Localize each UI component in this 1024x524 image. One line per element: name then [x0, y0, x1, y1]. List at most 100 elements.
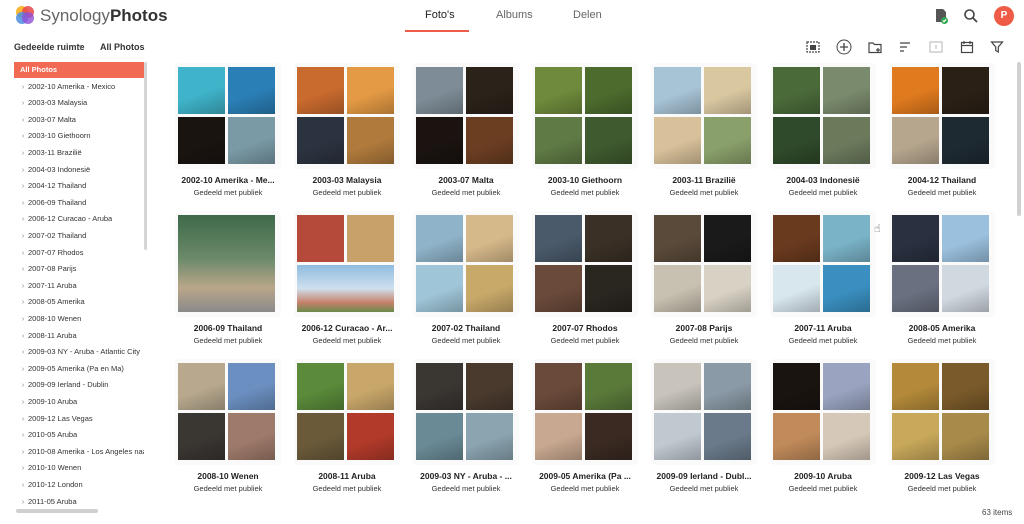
sidebar-item[interactable]: › 2008-05 Amerika [14, 294, 144, 310]
sidebar-item[interactable]: › 2002-10 Amerika - Mexico [14, 79, 144, 95]
chevron-right-icon[interactable]: › [18, 278, 28, 294]
calendar-button[interactable] [956, 36, 978, 58]
sidebar-item-all-photos[interactable]: All Photos [14, 62, 144, 78]
sidebar-item[interactable]: › 2003-10 Giethoorn [14, 128, 144, 144]
sidebar-item[interactable]: › 2009-10 Aruba [14, 394, 144, 410]
album-card[interactable]: 2007-02 Thailand Gedeeld met publiek [413, 211, 519, 351]
tab-photos[interactable]: Foto's [425, 9, 455, 21]
chevron-right-icon[interactable]: › [18, 112, 28, 128]
album-card[interactable]: 2003-03 Malaysia Gedeeld met publiek [294, 63, 400, 203]
tab-albums[interactable]: Albums [496, 9, 533, 21]
sidebar-item[interactable]: › 2010-10 Wenen [14, 460, 144, 476]
vertical-scrollbar[interactable] [1017, 62, 1021, 216]
sidebar-item[interactable]: › 2003-03 Malaysia [14, 95, 144, 111]
album-title[interactable]: 2009-05 Amerika (Pa ... [532, 471, 638, 481]
sidebar-item[interactable]: › 2009-05 Amerika (Pa en Ma) [14, 361, 144, 377]
album-cover[interactable] [532, 63, 638, 169]
chevron-right-icon[interactable]: › [18, 228, 28, 244]
album-title[interactable]: 2008-10 Wenen [175, 471, 281, 481]
album-card[interactable]: 2007-07 Rhodos Gedeeld met publiek [532, 211, 638, 351]
album-cover[interactable] [889, 359, 995, 465]
sidebar-item[interactable]: › 2007-08 Parijs [14, 261, 144, 277]
sidebar-item[interactable]: › 2006-12 Curacao - Aruba [14, 211, 144, 227]
album-title[interactable]: 2003-10 Giethoorn [532, 175, 638, 185]
sidebar-item[interactable]: › 2008-11 Aruba [14, 328, 144, 344]
album-cover[interactable] [651, 63, 757, 169]
album-title[interactable]: 2004-12 Thailand [889, 175, 995, 185]
album-card[interactable]: 2003-10 Giethoorn Gedeeld met publiek [532, 63, 638, 203]
album-cover[interactable] [651, 359, 757, 465]
album-card[interactable]: 2008-11 Aruba Gedeeld met publiek [294, 359, 400, 499]
chevron-right-icon[interactable]: › [18, 344, 28, 360]
album-card[interactable]: 2006-12 Curacao - Ar... Gedeeld met publi… [294, 211, 400, 351]
chevron-right-icon[interactable]: › [18, 444, 28, 460]
sidebar-item[interactable]: › 2009-09 Ierland - Dublin [14, 377, 144, 393]
sidebar-item[interactable]: › 2006-09 Thailand [14, 195, 144, 211]
album-card[interactable]: 2009-12 Las Vegas Gedeeld met publiek [889, 359, 995, 499]
album-cover[interactable] [770, 63, 876, 169]
album-title[interactable]: 2009-10 Aruba [770, 471, 876, 481]
album-title[interactable]: 2009-12 Las Vegas [889, 471, 995, 481]
album-title[interactable]: 2007-02 Thailand [413, 323, 519, 333]
chevron-right-icon[interactable]: › [18, 411, 28, 427]
new-folder-button[interactable] [864, 36, 886, 58]
chevron-right-icon[interactable]: › [18, 211, 28, 227]
sidebar-item[interactable]: › 2003-11 Brazilië [14, 145, 144, 161]
album-card[interactable]: 2009-10 Aruba Gedeeld met publiek [770, 359, 876, 499]
album-cover[interactable] [294, 211, 400, 317]
sidebar-item[interactable]: › 2010-08 Amerika - Los Angeles naar [14, 444, 144, 460]
filter-button[interactable] [986, 36, 1008, 58]
album-cover[interactable] [770, 211, 876, 317]
sidebar-item[interactable]: › 2011-05 Aruba [14, 494, 144, 510]
album-cover[interactable] [532, 359, 638, 465]
chevron-right-icon[interactable]: › [18, 261, 28, 277]
sidebar-item[interactable]: › 2010-05 Aruba [14, 427, 144, 443]
sidebar-item[interactable]: › 2009-03 NY - Aruba - Atlantic City [14, 344, 144, 360]
album-cover[interactable] [175, 359, 281, 465]
album-cover[interactable] [889, 63, 995, 169]
album-card[interactable]: 2004-03 Indonesië Gedeeld met publiek [770, 63, 876, 203]
sidebar-item[interactable]: › 2004-12 Thailand [14, 178, 144, 194]
album-card[interactable]: 2009-09 Ierland - Dubl... Gedeeld met pub… [651, 359, 757, 499]
chevron-right-icon[interactable]: › [18, 361, 28, 377]
document-check-icon[interactable] [932, 7, 950, 25]
sort-button[interactable] [894, 36, 916, 58]
sidebar-scrollbar[interactable] [144, 62, 147, 250]
chevron-right-icon[interactable]: › [18, 162, 28, 178]
album-title[interactable]: 2006-09 Thailand [175, 323, 281, 333]
album-title[interactable]: 2009-09 Ierland - Dubl... [651, 471, 757, 481]
album-card[interactable]: 2006-09 Thailand Gedeeld met publiek [175, 211, 281, 351]
sidebar-item[interactable]: › 2010-12 London [14, 477, 144, 493]
album-title[interactable]: 2003-11 Brazilië [651, 175, 757, 185]
chevron-right-icon[interactable]: › [18, 128, 28, 144]
user-avatar[interactable]: P [994, 6, 1014, 26]
album-card[interactable]: 2008-05 Amerika Gedeeld met publiek [889, 211, 995, 351]
album-cover[interactable] [532, 211, 638, 317]
sidebar-item[interactable]: › 2007-11 Aruba [14, 278, 144, 294]
album-card[interactable]: 2009-03 NY - Aruba - ... Gedeeld met publ… [413, 359, 519, 499]
album-title[interactable]: 2004-03 Indonesië [770, 175, 876, 185]
chevron-right-icon[interactable]: › [18, 145, 28, 161]
chevron-right-icon[interactable]: › [18, 377, 28, 393]
album-title[interactable]: 2008-11 Aruba [294, 471, 400, 481]
album-card[interactable]: 2008-10 Wenen Gedeeld met publiek [175, 359, 281, 499]
album-card[interactable]: 2009-05 Amerika (Pa ... Gedeeld met publi… [532, 359, 638, 499]
album-cover[interactable] [294, 359, 400, 465]
album-title[interactable]: 2006-12 Curacao - Ar... [294, 323, 400, 333]
horizontal-scrollbar[interactable] [16, 509, 98, 513]
album-title[interactable]: 2008-05 Amerika [889, 323, 995, 333]
chevron-right-icon[interactable]: › [18, 394, 28, 410]
album-cover[interactable] [413, 63, 519, 169]
chevron-right-icon[interactable]: › [18, 195, 28, 211]
chevron-down-icon[interactable]: ▾ [79, 43, 83, 51]
album-title[interactable]: 2007-08 Parijs [651, 323, 757, 333]
album-title[interactable]: 2003-07 Malta [413, 175, 519, 185]
album-cover[interactable] [413, 211, 519, 317]
collapse-button[interactable] [925, 36, 947, 58]
album-title[interactable]: 2007-11 Aruba [770, 323, 876, 333]
chevron-right-icon[interactable]: › [18, 427, 28, 443]
album-title[interactable]: 2007-07 Rhodos [532, 323, 638, 333]
chevron-right-icon[interactable]: › [18, 95, 28, 111]
chevron-right-icon[interactable]: › [18, 178, 28, 194]
album-cover[interactable] [294, 63, 400, 169]
